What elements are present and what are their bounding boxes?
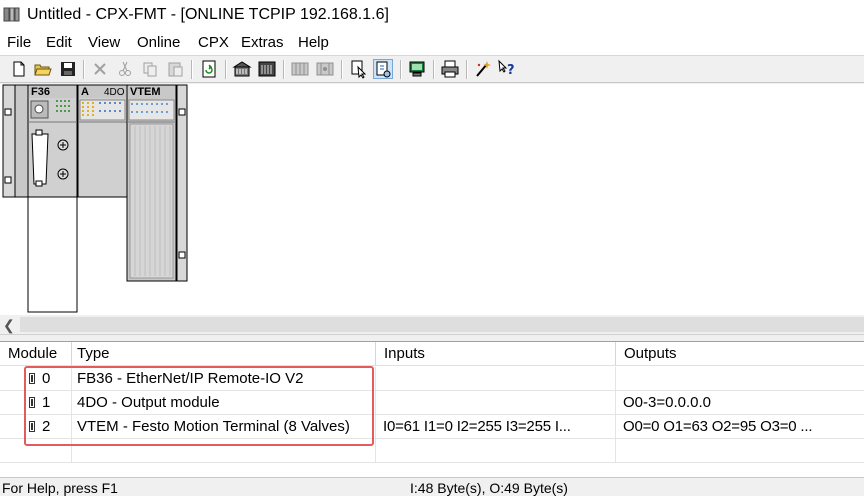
scroll-left-arrow-icon[interactable]: ❮ <box>3 317 15 334</box>
column-header-module[interactable]: Module <box>0 342 72 366</box>
module-number: 0 <box>42 370 51 387</box>
new-file-icon[interactable] <box>9 59 29 79</box>
module-inputs <box>376 367 616 390</box>
table-row[interactable]: 0 FB36 - EtherNet/IP Remote-IO V2 <box>0 367 864 391</box>
toolbar: ? <box>0 55 864 83</box>
svg-text:?: ? <box>507 63 515 78</box>
menu-cpx[interactable]: CPX <box>198 34 229 51</box>
menu-help[interactable]: Help <box>298 34 329 51</box>
column-header-inputs[interactable]: Inputs <box>376 342 616 366</box>
select-pointer-icon[interactable] <box>349 59 369 79</box>
table-row[interactable]: 1 4DO - Output module O0-3=0.0.0.0 <box>0 391 864 415</box>
menu-bar: File Edit View Online CPX Extras Help <box>0 31 864 55</box>
cut-x-icon[interactable] <box>90 59 110 79</box>
copy-icon[interactable] <box>140 59 160 79</box>
module-number: 1 <box>42 394 51 411</box>
online-diagnosis-icon[interactable] <box>373 59 393 79</box>
module-b-icon[interactable] <box>315 59 335 79</box>
hardware-canvas: F36 A 4DO VTEM <box>0 84 864 315</box>
module-config-icon[interactable] <box>257 59 277 79</box>
menu-online[interactable]: Online <box>137 34 180 51</box>
open-folder-icon[interactable] <box>33 59 53 79</box>
window-title: Untitled - CPX-FMT - [ONLINE TCPIP 192.1… <box>27 6 389 23</box>
table-row-empty <box>0 439 864 463</box>
menu-edit[interactable]: Edit <box>46 34 72 51</box>
module-table: Module Type Inputs Outputs 0 FB36 - Ethe… <box>0 342 864 477</box>
module-label-a: A <box>81 86 89 98</box>
module-vtem[interactable] <box>126 84 177 282</box>
monitor-icon[interactable] <box>407 59 427 79</box>
cut-icon[interactable] <box>115 59 135 79</box>
module-type: 4DO - Output module <box>72 391 376 414</box>
menu-file[interactable]: File <box>7 34 31 51</box>
module-inputs: I0=61 I1=0 I2=255 I3=255 I... <box>376 415 616 438</box>
module-label-vtem: VTEM <box>130 86 161 98</box>
module-outputs: O0=0 O1=63 O2=95 O3=0 ... <box>623 418 813 435</box>
app-icon <box>3 7 20 22</box>
scroll-track[interactable] <box>20 317 864 332</box>
module-a-icon[interactable] <box>290 59 310 79</box>
module-number: 2 <box>42 418 51 435</box>
status-io-bytes: I:48 Byte(s), O:49 Byte(s) <box>410 480 568 496</box>
module-label-f36: F36 <box>31 86 50 98</box>
menu-view[interactable]: View <box>88 34 120 51</box>
module-icon <box>29 397 35 408</box>
module-outputs: O0-3=0.0.0.0 <box>623 394 711 411</box>
module-type: VTEM - Festo Motion Terminal (8 Valves) <box>72 415 376 438</box>
status-bar: For Help, press F1 I:48 Byte(s), O:49 By… <box>0 477 864 496</box>
refresh-icon[interactable] <box>199 59 219 79</box>
wand-icon[interactable] <box>473 59 493 79</box>
title-bar: Untitled - CPX-FMT - [ONLINE TCPIP 192.1… <box>0 0 864 31</box>
paste-icon[interactable] <box>165 59 185 79</box>
module-icon <box>29 421 35 432</box>
module-type: FB36 - EtherNet/IP Remote-IO V2 <box>72 367 376 390</box>
module-inputs <box>376 391 616 414</box>
help-pointer-icon[interactable]: ? <box>497 59 517 79</box>
horizontal-scrollbar[interactable]: ❮ <box>0 315 864 334</box>
module-f36[interactable] <box>27 84 78 313</box>
module-icon <box>29 373 35 384</box>
table-row[interactable]: 2 VTEM - Festo Motion Terminal (8 Valves… <box>0 415 864 439</box>
pane-splitter[interactable] <box>0 334 864 342</box>
save-icon[interactable] <box>58 59 78 79</box>
terminal-graphic: F36 A 4DO VTEM <box>2 84 188 313</box>
module-4do[interactable] <box>77 84 128 198</box>
module-sublabel-4do: 4DO <box>104 87 125 98</box>
print-icon[interactable] <box>440 59 460 79</box>
column-header-type[interactable]: Type <box>72 342 376 366</box>
column-header-outputs[interactable]: Outputs <box>616 342 864 366</box>
module-outputs <box>616 367 864 390</box>
module-list-icon[interactable] <box>232 59 252 79</box>
status-help-text: For Help, press F1 <box>2 480 118 496</box>
menu-extras[interactable]: Extras <box>241 34 284 51</box>
